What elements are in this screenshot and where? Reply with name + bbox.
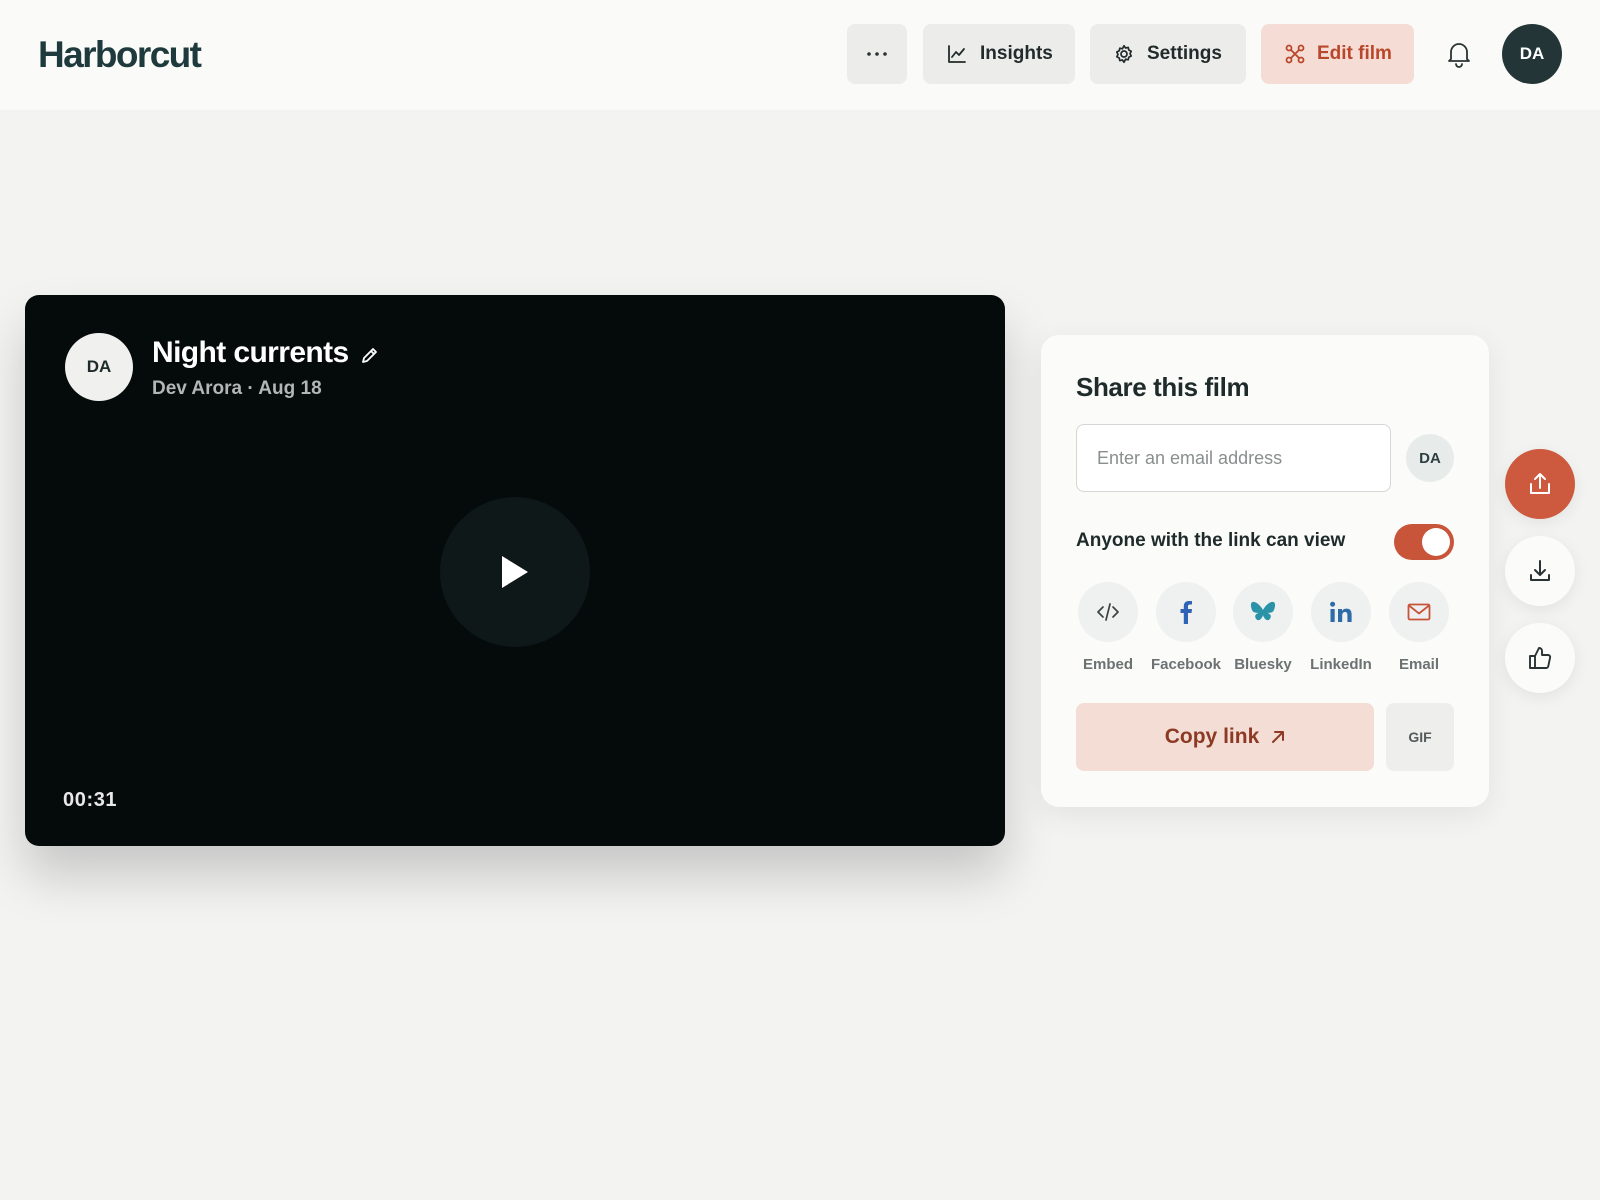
share-linkedin[interactable]: LinkedIn: [1302, 582, 1380, 673]
pencil-icon[interactable]: [360, 345, 380, 365]
film-title: Night currents: [152, 336, 349, 369]
play-button[interactable]: [440, 497, 590, 647]
toggle-knob: [1422, 528, 1450, 556]
app-logo[interactable]: Harborcut: [38, 34, 202, 76]
share-embed-label: Embed: [1082, 656, 1133, 673]
video-timestamp: 00:31: [63, 789, 118, 811]
chart-line-icon: [948, 45, 966, 63]
share-linkedin-label: LinkedIn: [1310, 656, 1372, 673]
user-avatar[interactable]: DA: [1502, 24, 1562, 84]
bluesky-icon: [1250, 601, 1276, 621]
insights-button[interactable]: Insights: [923, 24, 1075, 84]
share-bluesky[interactable]: Bluesky: [1224, 582, 1302, 673]
share-user-avatar: DA: [1406, 434, 1454, 482]
upload-icon: [1530, 473, 1550, 494]
insights-label: Insights: [980, 43, 1053, 64]
share-bluesky-label: Bluesky: [1234, 656, 1292, 673]
share-facebook[interactable]: Facebook: [1147, 582, 1225, 673]
copy-link-button[interactable]: Copy link: [1076, 703, 1374, 771]
settings-label: Settings: [1147, 43, 1222, 64]
more-button[interactable]: [847, 24, 907, 84]
bell-icon[interactable]: [1446, 40, 1472, 68]
link-access-toggle[interactable]: [1394, 524, 1454, 560]
copy-link-label: Copy link: [1164, 725, 1260, 748]
download-icon: [1530, 560, 1550, 581]
thumbs-up-icon: [1529, 647, 1552, 669]
email-input[interactable]: [1076, 424, 1391, 492]
share-embed[interactable]: Embed: [1069, 582, 1147, 673]
link-access-label: Anyone with the link can view: [1076, 530, 1346, 551]
code-icon: [1097, 603, 1119, 621]
share-action-button[interactable]: [1505, 449, 1575, 519]
share-email-label: Email: [1398, 656, 1440, 673]
author-avatar: DA: [65, 333, 133, 401]
gear-icon: [1115, 44, 1133, 64]
share-email[interactable]: Email: [1380, 582, 1458, 673]
like-button[interactable]: [1505, 623, 1575, 693]
share-facebook-label: Facebook: [1150, 656, 1222, 673]
edit-film-label: Edit film: [1317, 43, 1392, 64]
settings-button[interactable]: Settings: [1090, 24, 1246, 84]
scissors-icon: [1285, 44, 1305, 64]
gif-button[interactable]: GIF: [1386, 703, 1454, 771]
video-player[interactable]: DA Night currents Dev Arora · Aug 18 00:…: [25, 295, 1005, 846]
mail-icon: [1407, 603, 1431, 621]
top-bar: Harborcut Insights Settings Edit film DA: [0, 0, 1600, 110]
edit-film-button[interactable]: Edit film: [1261, 24, 1414, 84]
share-title: Share this film: [1076, 372, 1250, 402]
share-panel: Share this film DA Anyone with the link …: [1041, 335, 1489, 807]
more-icon: [867, 52, 887, 56]
play-icon: [502, 556, 528, 588]
linkedin-icon: [1330, 601, 1352, 622]
arrow-up-right-icon: [1272, 731, 1285, 743]
facebook-icon: [1180, 601, 1192, 624]
download-button[interactable]: [1505, 536, 1575, 606]
film-meta: Dev Arora · Aug 18: [152, 378, 322, 399]
